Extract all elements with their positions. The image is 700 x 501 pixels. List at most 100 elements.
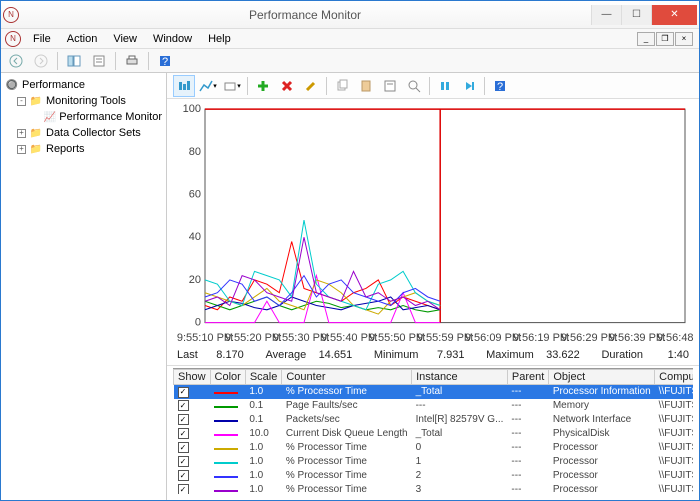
tree-dcs[interactable]: +📁Data Collector Sets bbox=[3, 125, 164, 141]
menu-action[interactable]: Action bbox=[59, 31, 106, 47]
highlight-button[interactable] bbox=[300, 75, 322, 97]
view-graph-button[interactable]: ▾ bbox=[197, 75, 219, 97]
show-checkbox[interactable]: ✓ bbox=[178, 414, 189, 425]
folder-icon: 📁 bbox=[29, 94, 43, 108]
show-checkbox[interactable]: ✓ bbox=[178, 484, 189, 494]
col-color[interactable]: Color bbox=[210, 370, 245, 385]
cell-computer: \\FUJITSU bbox=[655, 399, 693, 413]
tree-reports-label: Reports bbox=[46, 143, 85, 155]
help-chart-button[interactable]: ? bbox=[489, 75, 511, 97]
print-button[interactable] bbox=[121, 51, 143, 71]
show-checkbox[interactable]: ✓ bbox=[178, 428, 189, 439]
delete-counter-button[interactable] bbox=[276, 75, 298, 97]
table-row[interactable]: ✓1.0% Processor Time1---Processor\\FUJIT… bbox=[174, 455, 694, 469]
table-row[interactable]: ✓1.0% Processor Time3---Processor\\FUJIT… bbox=[174, 483, 694, 495]
forward-button[interactable] bbox=[30, 51, 52, 71]
mdi-minimize-button[interactable]: _ bbox=[637, 32, 655, 46]
maximize-button[interactable]: ☐ bbox=[621, 5, 651, 25]
color-swatch bbox=[214, 406, 238, 408]
cell-instance: --- bbox=[412, 399, 508, 413]
stat-min-value: 7.931 bbox=[424, 349, 464, 361]
cell-parent: --- bbox=[507, 427, 548, 441]
show-checkbox[interactable]: ✓ bbox=[178, 400, 189, 411]
table-row[interactable]: ✓1.0% Processor Time0---Processor\\FUJIT… bbox=[174, 441, 694, 455]
update-button[interactable] bbox=[458, 75, 480, 97]
show-hide-tree-button[interactable] bbox=[63, 51, 85, 71]
cell-parent: --- bbox=[507, 455, 548, 469]
tree-performance[interactable]: 🔘Performance bbox=[3, 77, 164, 93]
add-counter-button[interactable] bbox=[252, 75, 274, 97]
zoom-button[interactable] bbox=[403, 75, 425, 97]
properties-button[interactable] bbox=[88, 51, 110, 71]
col-scale[interactable]: Scale bbox=[245, 370, 282, 385]
menu-file[interactable]: File bbox=[25, 31, 59, 47]
table-row[interactable]: ✓0.1Packets/secIntel[R] 82579V G...---Ne… bbox=[174, 413, 694, 427]
col-object[interactable]: Object bbox=[549, 370, 655, 385]
nav-tree[interactable]: 🔘Performance -📁Monitoring Tools 📈Perform… bbox=[1, 73, 167, 500]
cell-counter: % Processor Time bbox=[282, 385, 412, 399]
cell-object: Processor bbox=[549, 441, 655, 455]
cell-parent: --- bbox=[507, 469, 548, 483]
svg-text:9:56:48 PM: 9:56:48 PM bbox=[657, 332, 693, 344]
menu-help[interactable]: Help bbox=[200, 31, 239, 47]
app-menu-icon[interactable]: N bbox=[5, 31, 21, 47]
color-swatch bbox=[214, 448, 238, 450]
color-swatch bbox=[214, 490, 238, 492]
col-counter[interactable]: Counter bbox=[282, 370, 412, 385]
cell-instance: 3 bbox=[412, 483, 508, 495]
view-logdata-button[interactable] bbox=[173, 75, 195, 97]
cell-scale: 1.0 bbox=[245, 483, 282, 495]
chart-area[interactable]: 0204060801009:55:10 PM9:55:20 PM9:55:30 … bbox=[167, 99, 699, 347]
window-title: Performance Monitor bbox=[19, 8, 591, 22]
col-computer[interactable]: Computer bbox=[655, 370, 693, 385]
toolbar-mmc: ? bbox=[1, 49, 699, 73]
tree-monitoring-tools[interactable]: -📁Monitoring Tools bbox=[3, 93, 164, 109]
menu-window[interactable]: Window bbox=[145, 31, 200, 47]
copy-button[interactable] bbox=[331, 75, 353, 97]
svg-text:80: 80 bbox=[189, 146, 201, 158]
tree-performance-label: Performance bbox=[22, 79, 85, 91]
mdi-close-button[interactable]: × bbox=[675, 32, 693, 46]
counter-table-container[interactable]: Show Color Scale Counter Instance Parent… bbox=[173, 368, 693, 494]
table-row[interactable]: ✓0.1Page Faults/sec------Memory\\FUJITSU bbox=[174, 399, 694, 413]
table-row[interactable]: ✓10.0Current Disk Queue Length_Total---P… bbox=[174, 427, 694, 441]
tree-reports[interactable]: +📁Reports bbox=[3, 141, 164, 157]
col-parent[interactable]: Parent bbox=[507, 370, 548, 385]
svg-text:?: ? bbox=[497, 81, 503, 93]
perf-icon: 🔘 bbox=[5, 78, 19, 92]
show-checkbox[interactable]: ✓ bbox=[178, 456, 189, 467]
expand-icon[interactable]: + bbox=[17, 129, 26, 138]
col-instance[interactable]: Instance bbox=[412, 370, 508, 385]
properties-chart-button[interactable] bbox=[379, 75, 401, 97]
close-button[interactable]: ✕ bbox=[651, 5, 697, 25]
expand-icon[interactable]: + bbox=[17, 145, 26, 154]
show-checkbox[interactable]: ✓ bbox=[178, 442, 189, 453]
cell-instance: Intel[R] 82579V G... bbox=[412, 413, 508, 427]
collapse-icon[interactable]: - bbox=[17, 97, 26, 106]
table-row[interactable]: ✓1.0% Processor Time_Total---Processor I… bbox=[174, 385, 694, 399]
folder-icon: 📁 bbox=[29, 142, 43, 156]
cell-counter: Page Faults/sec bbox=[282, 399, 412, 413]
help-button[interactable]: ? bbox=[154, 51, 176, 71]
back-button[interactable] bbox=[5, 51, 27, 71]
table-row[interactable]: ✓1.0% Processor Time2---Processor\\FUJIT… bbox=[174, 469, 694, 483]
paste-button[interactable] bbox=[355, 75, 377, 97]
cell-object: Processor bbox=[549, 455, 655, 469]
cell-parent: --- bbox=[507, 413, 548, 427]
svg-text:60: 60 bbox=[189, 188, 201, 200]
cell-parent: --- bbox=[507, 483, 548, 495]
show-checkbox[interactable]: ✓ bbox=[178, 470, 189, 481]
counter-table[interactable]: Show Color Scale Counter Instance Parent… bbox=[173, 369, 693, 494]
show-checkbox[interactable]: ✓ bbox=[178, 387, 189, 398]
display-type-button[interactable]: ▾ bbox=[221, 75, 243, 97]
col-show[interactable]: Show bbox=[174, 370, 211, 385]
freeze-button[interactable] bbox=[434, 75, 456, 97]
mdi-restore-button[interactable]: ❐ bbox=[656, 32, 674, 46]
cell-scale: 1.0 bbox=[245, 385, 282, 399]
menu-view[interactable]: View bbox=[105, 31, 145, 47]
minimize-button[interactable]: — bbox=[591, 5, 621, 25]
stat-dur-label: Duration bbox=[601, 349, 643, 361]
tree-perfmon[interactable]: 📈Performance Monitor bbox=[3, 109, 164, 125]
cell-computer: \\FUJITSU bbox=[655, 413, 693, 427]
svg-text:0: 0 bbox=[195, 317, 201, 329]
